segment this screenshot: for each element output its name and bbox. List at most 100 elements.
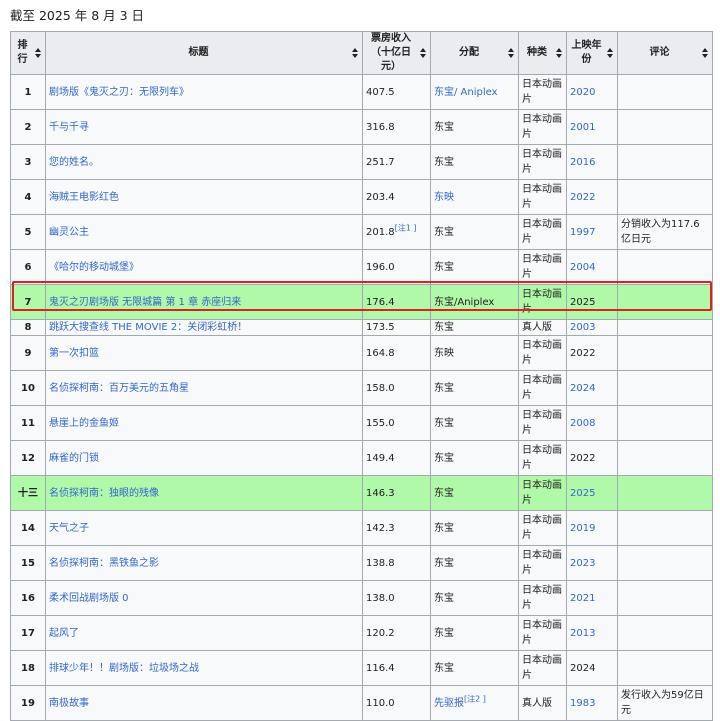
movie-title-link[interactable]: 第一次扣篮 (49, 348, 99, 359)
movie-title-link[interactable]: 海贼王电影红色 (49, 192, 119, 203)
movie-title-link[interactable]: 起风了 (49, 628, 79, 639)
distributor-cell: 东宝 (431, 145, 519, 180)
header-distributor[interactable]: 分配 (431, 32, 519, 75)
movie-title-link[interactable]: 悬崖上的金鱼姬 (49, 418, 119, 429)
rank-cell: 9 (11, 336, 46, 371)
sort-icon[interactable] (352, 48, 358, 58)
table-row: 6《哈尔的移动城堡》196.0东宝日本动画片2004 (11, 250, 713, 285)
year-link[interactable]: 2013 (570, 628, 595, 639)
year-link[interactable]: 2022 (570, 192, 595, 203)
genre-cell: 日本动画片 (519, 546, 567, 581)
gross-cell: 146.3 (363, 476, 431, 511)
rank-cell: 16 (11, 581, 46, 616)
year-link[interactable]: 1997 (570, 227, 595, 238)
distributor-cell: 先驱报[注2 ] (431, 686, 519, 721)
genre-cell: 日本动画片 (519, 215, 567, 250)
table-row: 18排球少年！！剧场版：垃圾场之战116.4东宝日本动画片2024 (11, 651, 713, 686)
year-link[interactable]: 2008 (570, 418, 595, 429)
gross-cell: 251.7 (363, 145, 431, 180)
distributor-value: 东宝 (434, 227, 454, 238)
genre-cell: 真人版 (519, 320, 567, 336)
table-row: 3 您的姓名。 251.7东宝日本动画片 2016 (11, 145, 713, 180)
table-row: 16柔术回战剧场版 0138.0东宝日本动画片2021 (11, 581, 713, 616)
title-cell: 《哈尔的移动城堡》 (46, 250, 363, 285)
year-link[interactable]: 2001 (570, 122, 595, 133)
sort-icon[interactable] (702, 48, 708, 58)
year-cell: 2016 (567, 145, 618, 180)
rank-value: 6 (25, 262, 32, 273)
sort-icon[interactable] (607, 48, 613, 58)
header-genre[interactable]: 种类 (519, 32, 567, 75)
movie-title-link[interactable]: 排球少年！！剧场版：垃圾场之战 (49, 663, 199, 674)
movie-title-link[interactable]: 名侦探柯南：独眼的残像 (49, 488, 159, 499)
distributor-link[interactable]: 东宝/ Aniplex (434, 87, 498, 98)
header-notes[interactable]: 评论 (618, 32, 713, 75)
gross-cell: 155.0 (363, 406, 431, 441)
genre-cell: 日本动画片 (519, 441, 567, 476)
movie-title-link[interactable]: 您的姓名。 (49, 157, 99, 168)
title-cell: 名侦探柯南：黑铁鱼之影 (46, 546, 363, 581)
movie-title-link[interactable]: 名侦探柯南：百万美元的五角星 (49, 383, 189, 394)
movie-title-link[interactable]: 剧场版《鬼灭之刃：无限列车》 (49, 87, 189, 98)
footnote-ref[interactable]: [注1 ] (395, 223, 417, 232)
footnote-ref[interactable]: [注2 ] (464, 694, 486, 703)
movie-title-link[interactable]: 跳跃大搜查线 THE MOVIE 2：关闭彩虹桥！ (49, 322, 247, 333)
year-link[interactable]: 2019 (570, 523, 595, 534)
notes-cell (618, 651, 713, 686)
sort-icon[interactable] (35, 48, 41, 58)
movie-title-link[interactable]: 麻雀的门锁 (49, 453, 99, 464)
genre-value: 日本动画片 (522, 184, 562, 210)
movie-title-link[interactable]: 天气之子 (49, 523, 89, 534)
table-row: 10名侦探柯南：百万美元的五角星158.0东宝日本动画片2024 (11, 371, 713, 406)
sort-icon[interactable] (556, 48, 562, 58)
genre-value: 日本动画片 (522, 149, 562, 175)
genre-value: 日本动画片 (522, 340, 562, 366)
year-link[interactable]: 2024 (570, 383, 595, 394)
distributor-link[interactable]: 先驱报 (434, 698, 464, 709)
header-year[interactable]: 上映年份 (567, 32, 618, 75)
year-link[interactable]: 2020 (570, 87, 595, 98)
gross-value: 164.8 (366, 348, 395, 359)
movie-title-link[interactable]: 名侦探柯南：黑铁鱼之影 (49, 558, 159, 569)
distributor-cell: 东宝 (431, 511, 519, 546)
movie-title-link[interactable]: 《哈尔的移动城堡》 (49, 262, 139, 273)
gross-value: 120.2 (366, 628, 395, 639)
gross-cell: 201.8[注1 ] (363, 215, 431, 250)
year-value: 2024 (570, 663, 595, 674)
distributor-cell: 东映 (431, 180, 519, 215)
rank-cell: 5 (11, 215, 46, 250)
genre-cell: 日本动画片 (519, 616, 567, 651)
movie-title-link[interactable]: 南极故事 (49, 698, 89, 709)
movie-title-link[interactable]: 幽灵公主 (49, 227, 89, 238)
year-cell: 1997 (567, 215, 618, 250)
year-link[interactable]: 2025 (570, 488, 595, 499)
distributor-cell: 东宝 (431, 441, 519, 476)
sort-icon[interactable] (420, 48, 426, 58)
movie-title-link[interactable]: 鬼灭之刃剧场版 无限城篇 第 1 章 赤座归来 (49, 297, 241, 308)
header-title[interactable]: 标题 (46, 32, 363, 75)
gross-value: 316.8 (366, 122, 395, 133)
year-link[interactable]: 2021 (570, 593, 595, 604)
year-link[interactable]: 2016 (570, 157, 595, 168)
year-cell: 2025 (567, 476, 618, 511)
title-cell: 海贼王电影红色 (46, 180, 363, 215)
genre-value: 日本动画片 (522, 114, 562, 140)
year-link[interactable]: 1983 (570, 698, 595, 709)
title-cell: 南极故事 (46, 686, 363, 721)
year-link[interactable]: 2004 (570, 262, 595, 273)
sort-icon[interactable] (508, 48, 514, 58)
rank-value: 3 (25, 157, 32, 168)
rank-value: 14 (21, 523, 35, 534)
year-link[interactable]: 2023 (570, 558, 595, 569)
header-gross[interactable]: 票房收入（十亿日元） (363, 32, 431, 75)
distributor-link[interactable]: 东映 (434, 192, 454, 203)
genre-cell: 日本动画片 (519, 406, 567, 441)
year-cell: 2024 (567, 651, 618, 686)
year-link[interactable]: 2003 (570, 322, 595, 333)
gross-value: 203.4 (366, 192, 395, 203)
movie-title-link[interactable]: 柔术回战剧场版 0 (49, 593, 129, 604)
header-rank[interactable]: 排行 (11, 32, 46, 75)
title-cell: 柔术回战剧场版 0 (46, 581, 363, 616)
table-row: 17起风了120.2东宝日本动画片2013 (11, 616, 713, 651)
movie-title-link[interactable]: 千与千寻 (49, 122, 89, 133)
